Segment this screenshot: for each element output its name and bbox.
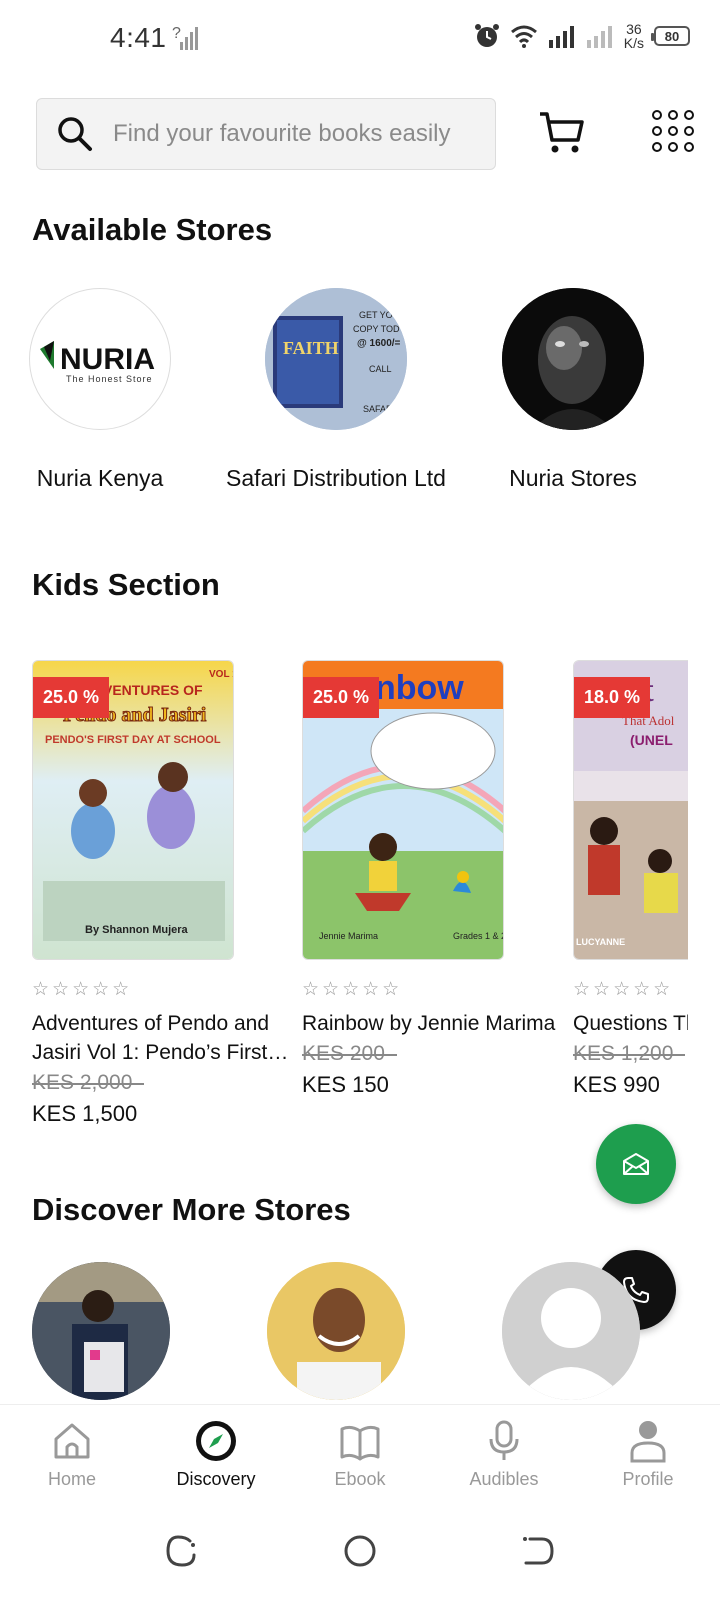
book-title: Questions That Adolescents bbox=[573, 1012, 688, 1035]
nav-audibles[interactable]: Audibles bbox=[432, 1405, 576, 1504]
nav-label: Ebook bbox=[334, 1469, 386, 1489]
person-icon bbox=[630, 1421, 666, 1463]
store-logo: NURIA The Honest Store bbox=[29, 288, 171, 430]
book-card[interactable]: nbow Jennie Marima Grades 1 & 2 25.0 % ☆… bbox=[302, 660, 562, 1098]
signal-weak-icon bbox=[586, 26, 612, 48]
svg-text:PENDO'S FIRST DAY AT SCHOOL: PENDO'S FIRST DAY AT SCHOOL bbox=[45, 734, 221, 746]
discount-badge: 18.0 % bbox=[574, 677, 651, 718]
search-bar[interactable] bbox=[36, 98, 496, 170]
net-speed-unit: K/s bbox=[623, 35, 644, 51]
svg-text:LUCYANNE: LUCYANNE bbox=[576, 937, 625, 947]
store-avatar[interactable] bbox=[267, 1262, 405, 1400]
store-logo: FAITH GET YO COPY TOD @ 1600/= CALL SAFA… bbox=[265, 288, 407, 430]
compass-icon bbox=[196, 1421, 236, 1461]
book-title: Rainbow by Jennie Marima bbox=[302, 1012, 556, 1035]
nav-discovery[interactable]: Discovery bbox=[144, 1405, 288, 1504]
svg-text:NURIA: NURIA bbox=[60, 343, 155, 376]
old-price: KES 1,200 bbox=[573, 1042, 686, 1065]
cart-icon[interactable] bbox=[538, 108, 586, 156]
old-price: KES 2,000 bbox=[32, 1071, 145, 1094]
svg-text:Jennie Marima: Jennie Marima bbox=[319, 931, 378, 941]
available-stores-title: Available Stores bbox=[32, 212, 273, 247]
book-card[interactable]: est That Adol (UNEL LUCYANNE 18.0 % ☆☆☆☆… bbox=[573, 660, 688, 1098]
book-title: Adventures of Pendo and Jasiri Vol 1: Pe… bbox=[32, 1012, 270, 1064]
nav-label: Home bbox=[47, 1469, 96, 1489]
svg-text:@ 1600/=: @ 1600/= bbox=[357, 338, 401, 349]
book-cover: VENTURES OF VOL 1 Pendo and Jasiri PENDO… bbox=[32, 660, 234, 960]
store-card[interactable]: NURIA The Honest Store Nuria Kenya bbox=[0, 288, 210, 494]
message-button[interactable] bbox=[596, 1124, 676, 1204]
nav-label: Profile bbox=[622, 1469, 674, 1489]
microphone-icon bbox=[489, 1420, 519, 1460]
home-circle-icon[interactable] bbox=[342, 1533, 378, 1569]
book-cover: nbow Jennie Marima Grades 1 & 2 25.0 % bbox=[302, 660, 504, 960]
book-card[interactable]: VENTURES OF VOL 1 Pendo and Jasiri PENDO… bbox=[32, 660, 292, 1127]
back-icon[interactable] bbox=[520, 1533, 556, 1569]
svg-text:CALL: CALL bbox=[369, 364, 392, 374]
recent-apps-icon[interactable] bbox=[164, 1533, 200, 1569]
bottom-nav: Home Discovery Ebook Audibles Profile bbox=[0, 1404, 720, 1504]
wifi-icon bbox=[510, 25, 537, 48]
discount-badge: 25.0 % bbox=[33, 677, 110, 718]
person-placeholder-icon bbox=[502, 1262, 640, 1400]
status-time: 4:41 bbox=[110, 22, 167, 53]
search-icon bbox=[58, 117, 92, 151]
book-icon bbox=[340, 1425, 380, 1461]
nav-home[interactable]: Home bbox=[0, 1405, 144, 1504]
svg-text:By Shannon Mujera: By Shannon Mujera bbox=[85, 924, 189, 936]
nav-ebook[interactable]: Ebook bbox=[288, 1405, 432, 1504]
store-avatar-placeholder[interactable] bbox=[502, 1262, 640, 1400]
kids-books-carousel[interactable]: VENTURES OF VOL 1 Pendo and Jasiri PENDO… bbox=[0, 660, 688, 1140]
store-card[interactable]: FAITH GET YO COPY TOD @ 1600/= CALL SAFA… bbox=[226, 288, 446, 494]
home-icon bbox=[54, 1423, 90, 1459]
store-name: Nuria Kenya bbox=[36, 465, 164, 491]
svg-text:VENTURES OF: VENTURES OF bbox=[103, 682, 203, 698]
battery-level: 80 bbox=[664, 28, 680, 44]
search-input[interactable] bbox=[113, 120, 483, 148]
rating-stars: ☆☆☆☆☆ bbox=[32, 979, 133, 1000]
discount-badge: 25.0 % bbox=[303, 677, 380, 718]
net-speed: 36 K/s bbox=[624, 22, 644, 50]
alarm-icon bbox=[474, 24, 499, 47]
svg-text:The Honest Store: The Honest Store bbox=[66, 374, 153, 384]
battery-icon: 80 bbox=[651, 26, 690, 46]
new-price: KES 150 bbox=[302, 1072, 389, 1097]
apps-menu-icon[interactable] bbox=[652, 110, 696, 154]
svg-text:FAITH: FAITH bbox=[283, 338, 339, 358]
net-speed-value: 36 bbox=[626, 21, 642, 37]
old-price: KES 200 bbox=[302, 1042, 397, 1065]
svg-text:VOL 1: VOL 1 bbox=[209, 669, 234, 680]
envelope-icon bbox=[623, 1153, 649, 1175]
kids-section-title: Kids Section bbox=[32, 567, 220, 602]
store-avatar[interactable] bbox=[32, 1262, 170, 1400]
nav-label: Discovery bbox=[176, 1469, 256, 1489]
signal-icon bbox=[548, 26, 574, 48]
nav-profile[interactable]: Profile bbox=[576, 1405, 720, 1504]
status-bar: 4:41 ? 36 K/s 80 bbox=[0, 0, 720, 80]
rating-stars: ☆☆☆☆☆ bbox=[573, 979, 674, 1000]
new-price: KES 1,500 bbox=[32, 1101, 138, 1126]
nav-label: Audibles bbox=[469, 1469, 539, 1489]
rating-stars: ☆☆☆☆☆ bbox=[302, 979, 403, 1000]
system-navigation-bar bbox=[0, 1505, 720, 1600]
discover-stores-row[interactable] bbox=[0, 1262, 720, 1404]
svg-text:(UNEL: (UNEL bbox=[630, 732, 673, 748]
svg-text:?: ? bbox=[172, 25, 181, 42]
new-price: KES 990 bbox=[573, 1072, 660, 1097]
svg-text:SAFAR: SAFAR bbox=[363, 404, 393, 414]
svg-text:COPY TOD: COPY TOD bbox=[353, 324, 400, 334]
svg-text:GET YO: GET YO bbox=[359, 310, 393, 320]
store-name: Safari Distribution Ltd bbox=[226, 465, 446, 491]
no-signal-icon: ? bbox=[172, 25, 198, 50]
store-name: Nuria Stores bbox=[509, 465, 637, 491]
store-logo bbox=[502, 288, 644, 430]
svg-text:nbow: nbow bbox=[375, 669, 464, 707]
svg-text:Grades 1 & 2: Grades 1 & 2 bbox=[453, 931, 504, 941]
discover-more-title: Discover More Stores bbox=[32, 1192, 351, 1227]
store-card[interactable]: Nuria Stores bbox=[463, 288, 683, 494]
book-cover: est That Adol (UNEL LUCYANNE 18.0 % bbox=[573, 660, 688, 960]
